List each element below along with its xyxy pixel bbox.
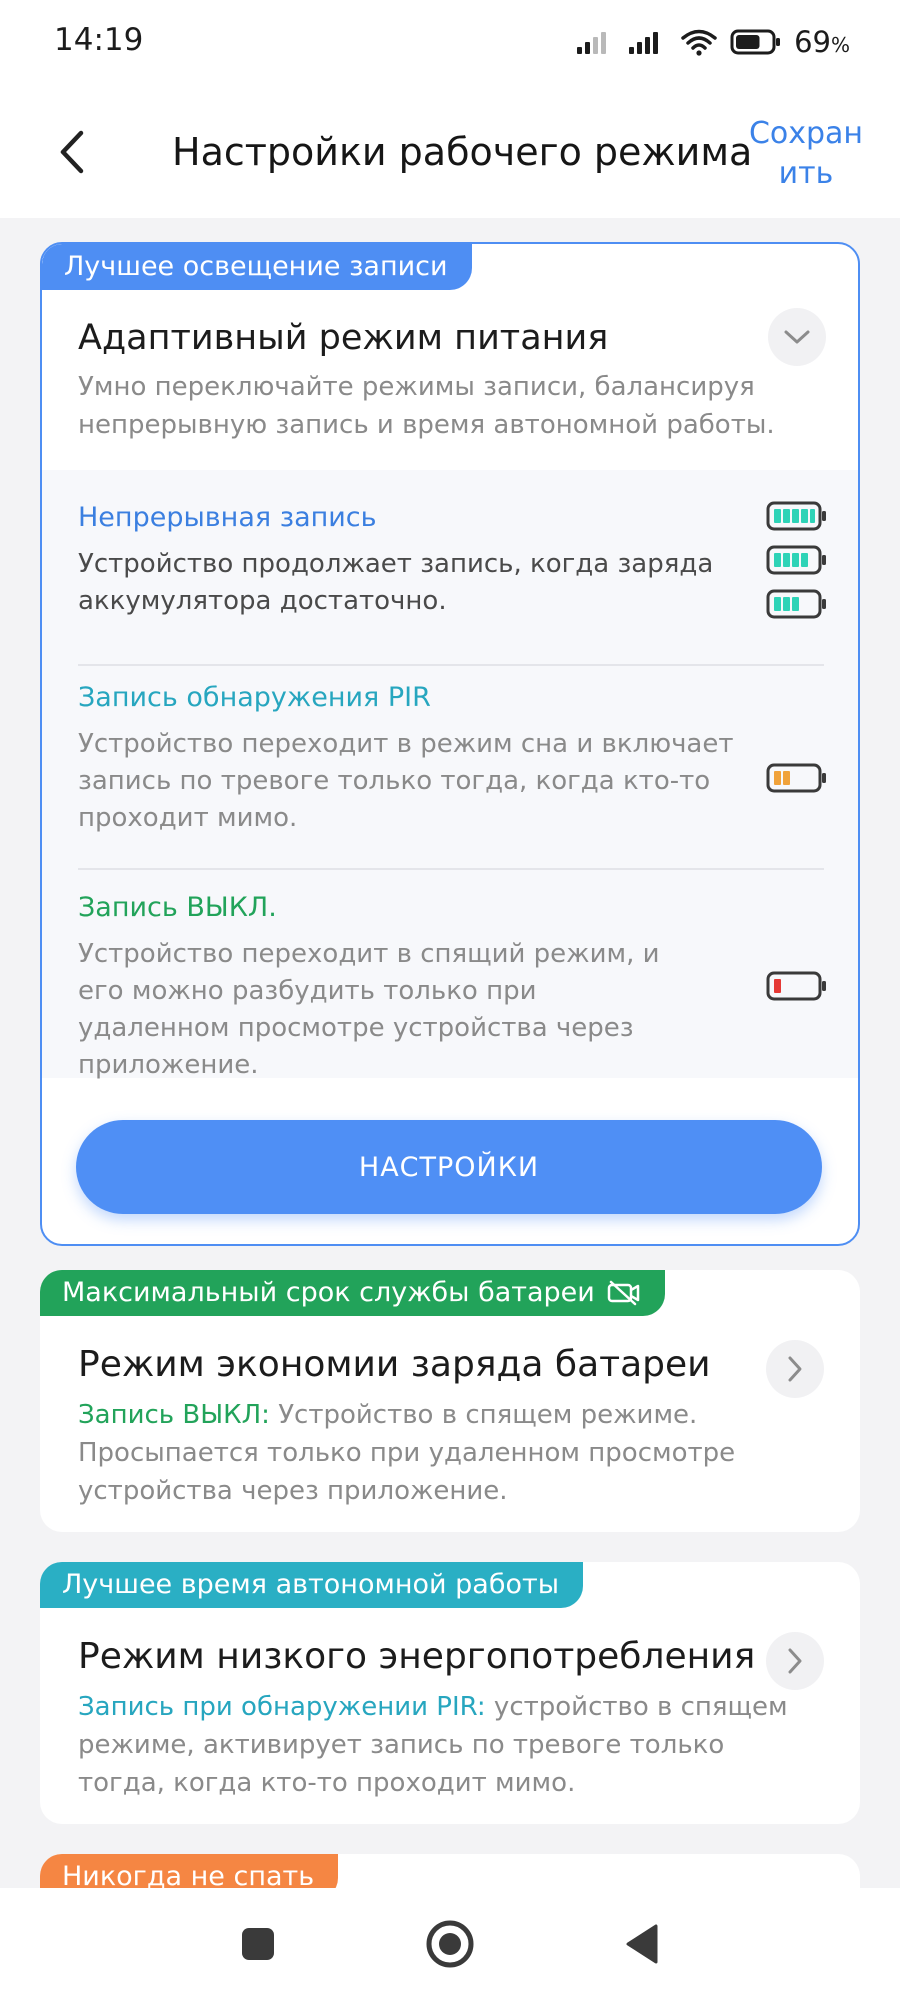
modes-panel: Непрерывная запись Устройство продолжает… [42,470,858,1080]
square-icon [242,1928,274,1960]
back-nav-button[interactable] [612,1914,672,1974]
mode-tag: Лучшее время автономной работы [40,1562,584,1608]
signal-icon [629,32,659,54]
battery-percent: 69% [794,25,850,59]
collapse-button[interactable] [768,308,826,366]
chevron-right-icon [788,1648,802,1674]
battery-low-orange-icon [766,763,826,793]
battery-high-icon [766,545,826,575]
tag-label: Максимальный срок службы батареи [62,1277,595,1308]
mode-off: Запись ВЫКЛ. Устройство переходит в спящ… [78,890,824,1084]
battery-saver-card[interactable]: Максимальный срок службы батареи Режим э… [40,1270,860,1532]
mode-description: Устройство продолжает запись, когда заря… [78,549,714,616]
mode-tag: Лучшее освещение записи [42,244,472,290]
save-button[interactable]: Сохранить [748,114,864,194]
navigation-bar [0,1888,900,2000]
status-time: 14:19 [54,22,144,58]
back-button[interactable] [50,126,94,178]
open-button[interactable] [766,1340,824,1398]
card-description: Умно переключайте режимы записи, баланси… [78,372,775,440]
card-description: Запись при обнаружении PIR: устройство в… [78,1688,808,1802]
status-icons: 69% [576,22,850,62]
home-button[interactable] [420,1914,480,1974]
battery-critical-icon [766,971,826,1001]
divider [78,868,824,870]
triangle-back-icon [626,1924,658,1964]
mode-highlight: Запись при обнаружении PIR: [78,1692,486,1722]
battery-status-icon [730,29,781,55]
settings-button[interactable]: НАСТРОЙКИ [76,1120,822,1214]
page-title: Настройки рабочего режима [172,130,753,174]
wifi-icon [681,29,717,56]
divider [78,664,824,666]
header: Настройки рабочего режима Сохранить [0,80,900,218]
recents-button[interactable] [228,1914,288,1974]
chevron-down-icon [784,330,810,344]
mode-title: Запись обнаружения PIR [78,682,431,713]
battery-full-icon [766,501,826,531]
status-bar: 14:19 69% [0,0,900,80]
battery-medium-icon [766,589,826,619]
signal-icon [577,32,607,54]
mode-tag: Максимальный срок службы батареи [40,1270,665,1316]
mode-description: Устройство переходит в спящий режим, и е… [78,939,660,1080]
mode-pir: Запись обнаружения PIR Устройство перехо… [78,680,824,837]
battery-levels [766,500,828,620]
mode-list[interactable]: Лучшее освещение записи Адаптивный режим… [0,218,900,1888]
mode-title: Запись ВЫКЛ. [78,892,277,923]
mode-continuous: Непрерывная запись Устройство продолжает… [78,500,824,620]
chevron-right-icon [788,1356,802,1382]
mode-highlight: Запись ВЫКЛ: [78,1400,270,1430]
card-title: Режим экономии заряда батареи [78,1344,711,1385]
adaptive-mode-card[interactable]: Лучшее освещение записи Адаптивный режим… [40,242,860,1246]
never-sleep-card[interactable]: Никогда не спать [40,1854,860,1888]
open-button[interactable] [766,1632,824,1690]
mode-title: Непрерывная запись [78,502,377,533]
low-power-card[interactable]: Лучшее время автономной работы Режим низ… [40,1562,860,1824]
chevron-left-icon [60,130,84,174]
card-description: Запись ВЫКЛ: Устройство в спящем режиме.… [78,1396,808,1510]
card-title: Адаптивный режим питания [78,318,609,358]
camera-off-icon [607,1280,640,1306]
mode-tag: Никогда не спать [40,1854,339,1888]
card-title: Режим низкого энергопотребления [78,1636,756,1677]
mode-description: Устройство переходит в режим сна и включ… [78,729,734,833]
home-circle-icon [426,1920,474,1968]
